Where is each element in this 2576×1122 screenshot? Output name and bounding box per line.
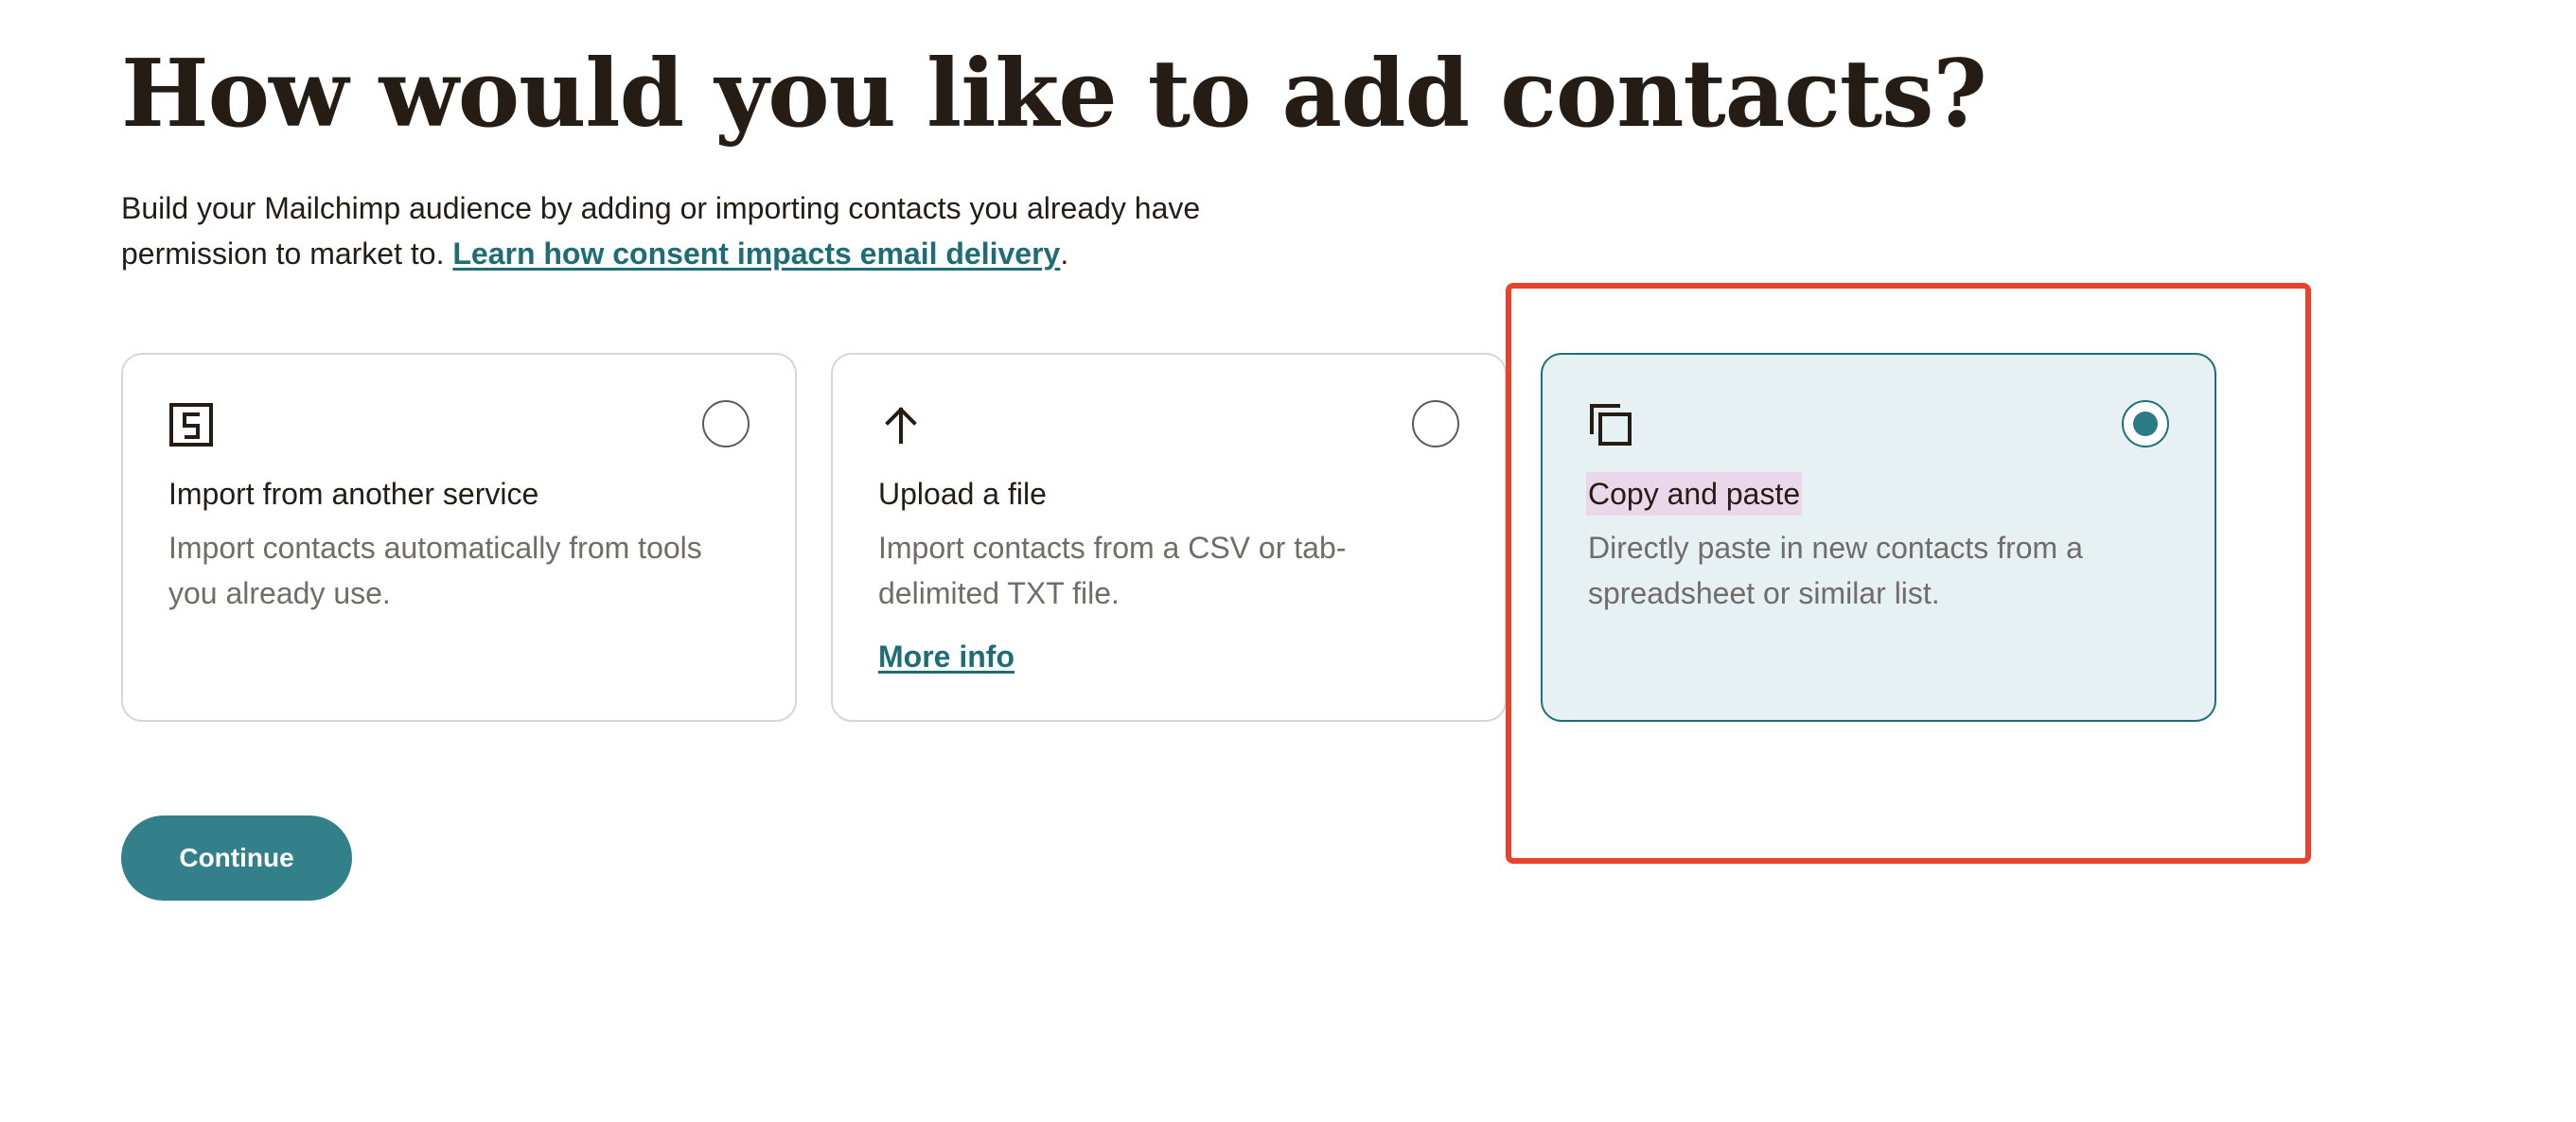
import-service-icon — [168, 402, 214, 447]
option-title: Import from another service — [168, 477, 539, 511]
option-radio-import-service[interactable] — [702, 400, 750, 447]
radio-selected-dot — [2133, 412, 2158, 436]
option-card-upload-file[interactable]: Upload a file Import contacts from a CSV… — [831, 353, 1507, 722]
option-description: Import contacts from a CSV or tab-delimi… — [878, 531, 1347, 610]
option-radio-copy-paste[interactable] — [2122, 400, 2169, 447]
option-card-copy-paste[interactable]: Copy and paste Directly paste in new con… — [1541, 353, 2216, 722]
option-title: Upload a file — [878, 477, 1047, 511]
page-title: How would you like to add contacts? — [121, 40, 1987, 149]
continue-button[interactable]: Continue — [121, 815, 352, 901]
option-description: Import contacts automatically from tools… — [168, 531, 702, 610]
option-description: Directly paste in new contacts from a sp… — [1588, 531, 2083, 610]
copy-icon — [1588, 402, 1633, 447]
intro-suffix: . — [1060, 237, 1069, 271]
arrow-up-icon — [878, 402, 924, 447]
option-card-import-service[interactable]: Import from another service Import conta… — [121, 353, 797, 722]
option-title: Copy and paste — [1586, 472, 1803, 516]
more-info-link[interactable]: More info — [878, 635, 1015, 678]
consent-help-link[interactable]: Learn how consent impacts email delivery — [452, 237, 1060, 271]
option-radio-upload-file[interactable] — [1412, 400, 1459, 447]
page-intro: Build your Mailchimp audience by adding … — [121, 185, 1276, 276]
